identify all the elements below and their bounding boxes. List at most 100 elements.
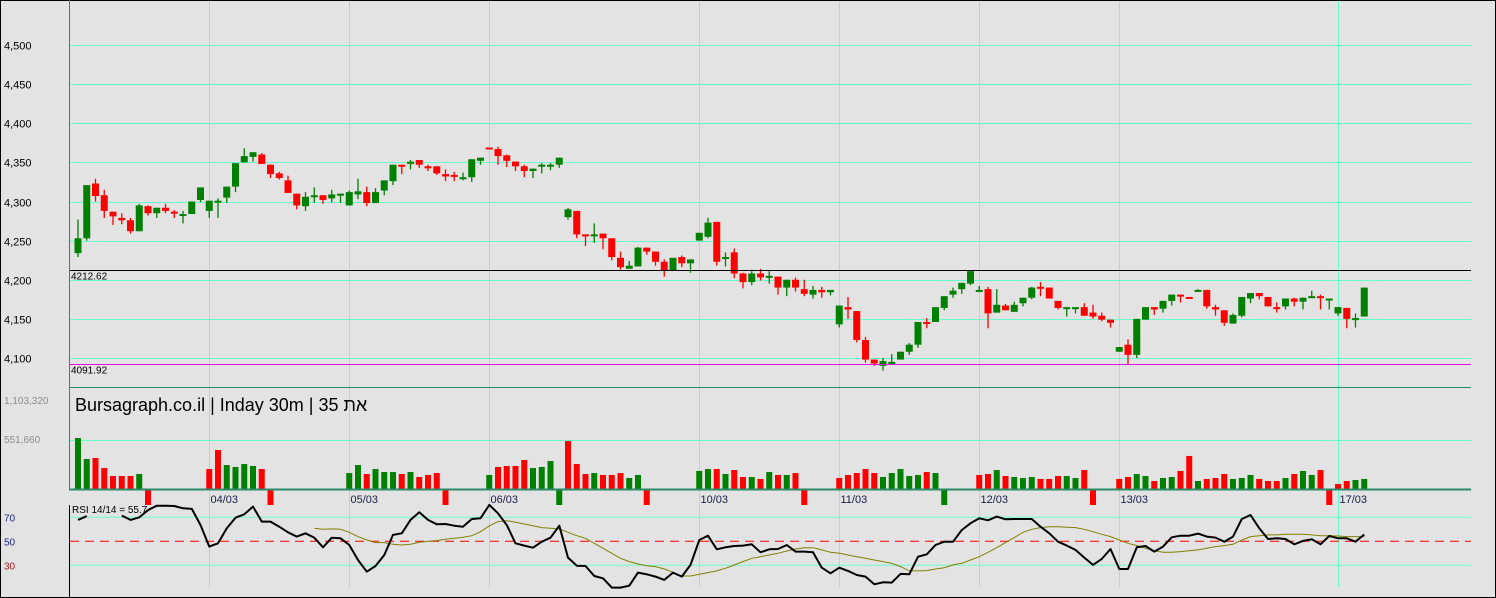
date-label: 05/03 — [351, 494, 379, 506]
volume-bar — [783, 474, 790, 489]
candle-body — [1247, 293, 1254, 299]
candle-body — [940, 296, 948, 308]
reference-line-label: 4212.62 — [71, 272, 108, 283]
volume-bar — [1335, 484, 1341, 489]
candle — [608, 238, 616, 261]
volume-bar — [757, 478, 764, 489]
candle-body — [844, 307, 852, 310]
volume-bar — [1046, 478, 1053, 489]
candle-body — [660, 261, 668, 271]
candle-body — [197, 187, 204, 200]
rsi-label: RSI 14/14 = 55.7 — [72, 505, 148, 516]
volume-bar — [92, 457, 99, 489]
candle-body — [932, 307, 939, 323]
volume-bar — [626, 477, 633, 489]
candle-body — [520, 166, 528, 171]
candle-body — [179, 214, 187, 217]
volume-bar — [582, 473, 589, 489]
volume-bar — [862, 469, 869, 489]
volume-bar — [1186, 455, 1193, 489]
volume-bar — [1265, 481, 1271, 489]
candle-body — [914, 322, 922, 345]
candle-body — [1177, 294, 1184, 297]
volume-bar — [1230, 478, 1236, 489]
candle-body — [1343, 307, 1351, 319]
candle-body — [477, 157, 484, 161]
candle-body — [1002, 305, 1009, 311]
date-label: 12/03 — [981, 494, 1009, 506]
candle-body — [450, 174, 458, 177]
volume-overflow-marker — [145, 490, 151, 505]
volume-bar — [1221, 473, 1228, 489]
volume-bar — [101, 468, 108, 489]
candle-body — [984, 289, 992, 314]
candle-body — [1133, 318, 1141, 355]
candle-body — [92, 183, 99, 197]
volume-bar — [425, 474, 431, 489]
candle-body — [100, 195, 108, 211]
candle — [897, 351, 904, 360]
candle — [127, 217, 134, 234]
volume-bar — [1028, 477, 1035, 489]
price-tick-label: 4,400 — [4, 119, 32, 131]
candle-body — [485, 147, 493, 150]
price-tick-label: 4,450 — [4, 80, 32, 92]
rsi-tick-label: 70 — [4, 513, 16, 524]
volume-bar — [346, 473, 353, 489]
volume-bar — [433, 473, 440, 489]
volume-overflow-marker — [1326, 490, 1333, 505]
reference-line-label: 4091.92 — [71, 366, 108, 377]
volume-bar — [792, 473, 799, 489]
volume-bar — [565, 441, 571, 489]
candle-body — [1229, 314, 1237, 324]
candle-body — [722, 257, 729, 260]
candle-body — [1010, 304, 1018, 312]
volume-bar — [1160, 477, 1166, 489]
candle — [1133, 318, 1141, 358]
candle-body — [1290, 298, 1298, 302]
candle — [1045, 287, 1053, 299]
candle-body — [652, 251, 659, 262]
candle-body — [293, 193, 301, 206]
volume-bar — [1203, 478, 1210, 489]
chart-title: Bursagraph.co.il | Inday 30m | 35 תא — [75, 395, 368, 415]
volume-overflow-marker — [1090, 490, 1096, 505]
volume-bar — [775, 474, 781, 489]
volume-bar — [486, 474, 493, 489]
candle — [967, 271, 974, 286]
volume-bar — [1151, 481, 1158, 489]
candle — [1028, 286, 1036, 300]
candle-body — [774, 276, 782, 288]
volume-bar — [923, 472, 930, 489]
candle-body — [1317, 296, 1324, 299]
volume-bar — [363, 473, 370, 489]
candle-body — [975, 289, 983, 292]
volume-bar — [740, 477, 746, 489]
candle-body — [127, 220, 134, 232]
stock-chart: 4,500 4,450 4,400 4,350 4,300 4,250 4,200 4,150… — [0, 0, 1496, 598]
candle-body — [617, 257, 624, 268]
volume-bar — [1168, 477, 1175, 489]
volume-bar — [591, 473, 598, 489]
candle-body — [888, 361, 896, 364]
volume-bar — [521, 460, 528, 489]
candle-body — [153, 207, 161, 214]
volume-bar — [215, 450, 221, 489]
volume-bar — [836, 477, 843, 489]
candle — [1185, 296, 1193, 299]
candle-body — [923, 322, 931, 325]
candle-body — [792, 279, 799, 288]
candle-body — [468, 159, 476, 178]
candle-body — [267, 164, 274, 175]
volume-bar — [503, 465, 510, 489]
candle — [1115, 347, 1123, 352]
candle-body — [345, 192, 353, 206]
candle-body — [1308, 296, 1316, 299]
price-tick-label: 4,300 — [4, 198, 32, 210]
candle-body — [170, 211, 178, 214]
volume-bar — [1037, 478, 1044, 489]
candle — [1264, 296, 1272, 307]
candle-body — [1325, 298, 1333, 301]
volume-bar — [608, 474, 615, 489]
candle-body — [240, 156, 248, 163]
